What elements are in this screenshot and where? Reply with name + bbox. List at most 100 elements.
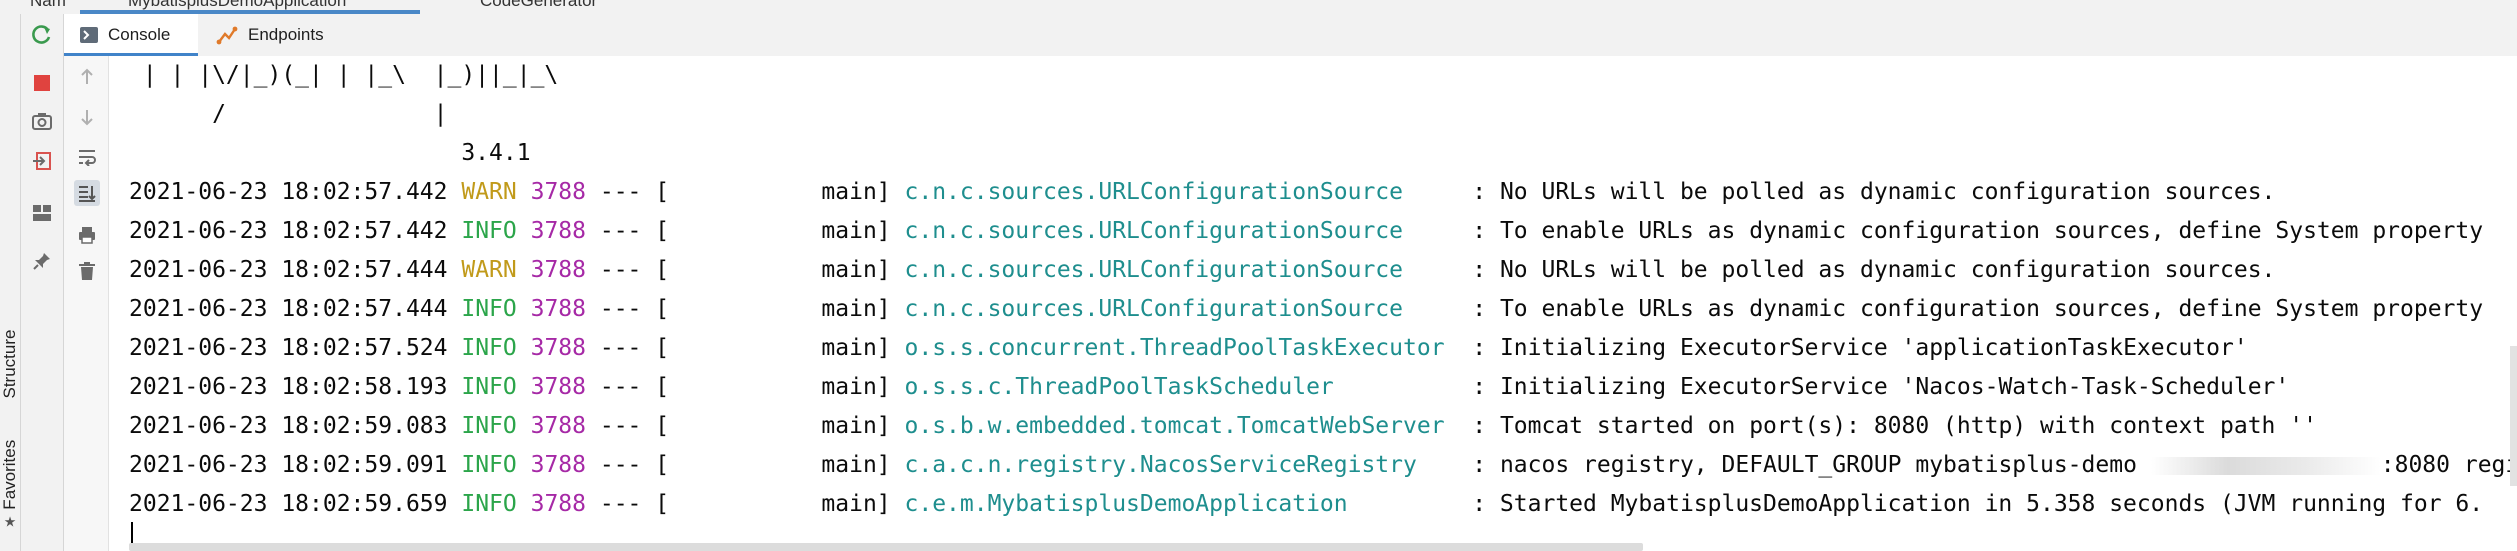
log-line: 2021-06-23 18:02:57.524 INFO 3788 --- [ … xyxy=(129,329,2248,368)
log-pid: 3788 xyxy=(530,374,586,400)
log-thread: main] xyxy=(669,179,905,205)
log-message: : To enable URLs as dynamic configuratio… xyxy=(1472,218,2484,244)
log-thread: main] xyxy=(669,413,905,439)
log-level: INFO xyxy=(461,491,517,517)
log-level: INFO xyxy=(461,218,517,244)
camera-icon[interactable] xyxy=(29,108,55,134)
log-separator: --- [ xyxy=(586,179,670,205)
log-pid: 3788 xyxy=(530,257,586,283)
tab-console-label: Console xyxy=(108,25,171,44)
up-arrow-icon[interactable] xyxy=(74,64,100,90)
log-line: 2021-06-23 18:02:59.091 INFO 3788 --- [ … xyxy=(129,446,2517,485)
log-logger: c.n.c.sources.URLConfigurationSource xyxy=(904,179,1404,205)
print-icon[interactable] xyxy=(74,222,100,248)
scroll-to-end-icon[interactable] xyxy=(74,180,100,206)
tab-endpoints-label: Endpoints xyxy=(248,25,324,44)
log-timestamp: 2021-06-23 18:02:57.524 xyxy=(129,335,448,361)
log-separator: --- [ xyxy=(586,413,670,439)
trash-icon[interactable] xyxy=(74,258,100,284)
log-message: : No URLs will be polled as dynamic conf… xyxy=(1472,179,2276,205)
log-logger: c.n.c.sources.URLConfigurationSource xyxy=(904,296,1404,322)
run-config-strip: Nam MybatisplusDemoApplication CodeGener… xyxy=(0,0,2517,15)
log-pid: 3788 xyxy=(530,491,586,517)
log-level: INFO xyxy=(461,374,517,400)
log-timestamp: 2021-06-23 18:02:59.091 xyxy=(129,452,448,478)
log-logger: c.a.c.n.registry.NacosServiceRegistry xyxy=(904,452,1417,478)
log-logger: c.n.c.sources.URLConfigurationSource xyxy=(904,218,1404,244)
log-message: : nacos registry, DEFAULT_GROUP mybatisp… xyxy=(1472,452,2151,478)
log-separator: --- [ xyxy=(586,257,670,283)
log-thread: main] xyxy=(669,374,905,400)
run-toolbar xyxy=(21,14,64,551)
log-timestamp: 2021-06-23 18:02:57.444 xyxy=(129,296,448,322)
log-message: : Initializing ExecutorService 'Nacos-Wa… xyxy=(1472,374,2290,400)
log-line: 2021-06-23 18:02:57.442 INFO 3788 --- [ … xyxy=(129,212,2483,251)
log-timestamp: 2021-06-23 18:02:59.083 xyxy=(129,413,448,439)
log-thread: main] xyxy=(669,452,905,478)
topbar-tab-codegen[interactable]: CodeGenerator xyxy=(480,0,597,11)
log-timestamp: 2021-06-23 18:02:57.442 xyxy=(129,179,448,205)
log-message-tail: :8080 register xyxy=(2380,452,2517,478)
console-output[interactable]: | | |\/|_)(_| | |_\ |_)||_|_\ / | 3.4.1 … xyxy=(109,56,2517,551)
favorites-tool-tab[interactable]: ★ Favorites xyxy=(0,434,20,534)
rerun-icon[interactable] xyxy=(29,22,55,48)
log-thread: main] xyxy=(669,257,905,283)
log-separator: --- [ xyxy=(586,491,670,517)
layout-icon[interactable] xyxy=(29,200,55,226)
endpoints-icon xyxy=(216,25,238,45)
log-line: 2021-06-23 18:02:58.193 INFO 3788 --- [ … xyxy=(129,368,2289,407)
log-separator: --- [ xyxy=(586,296,670,322)
log-pid: 3788 xyxy=(530,335,586,361)
log-line: 2021-06-23 18:02:59.083 INFO 3788 --- [ … xyxy=(129,407,2317,446)
log-level: INFO xyxy=(461,452,517,478)
log-message: : No URLs will be polled as dynamic conf… xyxy=(1472,257,2276,283)
log-separator: --- [ xyxy=(586,218,670,244)
pin-icon[interactable] xyxy=(29,248,55,274)
stop-icon[interactable] xyxy=(29,70,55,96)
log-thread: main] xyxy=(669,491,905,517)
log-line: 2021-06-23 18:02:57.444 INFO 3788 --- [ … xyxy=(129,290,2483,329)
log-level: WARN xyxy=(461,179,517,205)
log-line: 2021-06-23 18:02:57.442 WARN 3788 --- [ … xyxy=(129,173,2275,212)
log-thread: main] xyxy=(669,296,905,322)
log-message: : Started MybatisplusDemoApplication in … xyxy=(1472,491,2484,517)
log-thread: main] xyxy=(669,335,905,361)
log-level: WARN xyxy=(461,257,517,283)
log-pid: 3788 xyxy=(530,413,586,439)
console-toolbar xyxy=(64,56,109,551)
star-icon: ★ xyxy=(3,513,17,530)
structure-tool-tab[interactable]: Structure xyxy=(0,314,20,414)
log-pid: 3788 xyxy=(530,296,586,322)
structure-label: Structure xyxy=(0,329,19,399)
log-timestamp: 2021-06-23 18:02:59.659 xyxy=(129,491,448,517)
horizontal-scrollbar[interactable] xyxy=(129,543,1643,551)
topbar-tab-0[interactable]: Nam xyxy=(30,0,66,11)
side-tool-stripe: Structure ★ Favorites xyxy=(0,14,21,551)
log-pid: 3788 xyxy=(530,452,586,478)
vertical-scrollbar[interactable] xyxy=(2510,346,2517,486)
log-message: : To enable URLs as dynamic configuratio… xyxy=(1472,296,2484,322)
log-message: : Tomcat started on port(s): 8080 (http)… xyxy=(1472,413,2317,439)
banner-line: / | xyxy=(129,101,448,127)
redacted-ip xyxy=(2150,456,2381,475)
tab-endpoints[interactable]: Endpoints xyxy=(200,14,340,56)
log-logger: o.s.s.concurrent.ThreadPoolTaskExecutor xyxy=(904,335,1445,361)
log-pid: 3788 xyxy=(530,179,586,205)
log-separator: --- [ xyxy=(586,452,670,478)
log-separator: --- [ xyxy=(586,374,670,400)
soft-wrap-icon[interactable] xyxy=(74,144,100,170)
banner-version: 3.4.1 xyxy=(129,140,531,166)
exit-icon[interactable] xyxy=(29,148,55,174)
log-timestamp: 2021-06-23 18:02:57.442 xyxy=(129,218,448,244)
log-level: INFO xyxy=(461,335,517,361)
log-line: 2021-06-23 18:02:57.444 WARN 3788 --- [ … xyxy=(129,251,2275,290)
log-logger: c.e.m.MybatisplusDemoApplication xyxy=(904,491,1348,517)
log-logger: o.s.s.c.ThreadPoolTaskScheduler xyxy=(904,374,1334,400)
log-logger: o.s.b.w.embedded.tomcat.TomcatWebServer xyxy=(904,413,1445,439)
log-message: : Initializing ExecutorService 'applicat… xyxy=(1472,335,2248,361)
tab-console[interactable]: Console xyxy=(64,14,198,57)
console-icon xyxy=(80,27,98,43)
down-arrow-icon[interactable] xyxy=(74,104,100,130)
log-timestamp: 2021-06-23 18:02:58.193 xyxy=(129,374,448,400)
banner-line: | | |\/|_)(_| | |_\ |_)||_|_\ xyxy=(129,62,559,88)
